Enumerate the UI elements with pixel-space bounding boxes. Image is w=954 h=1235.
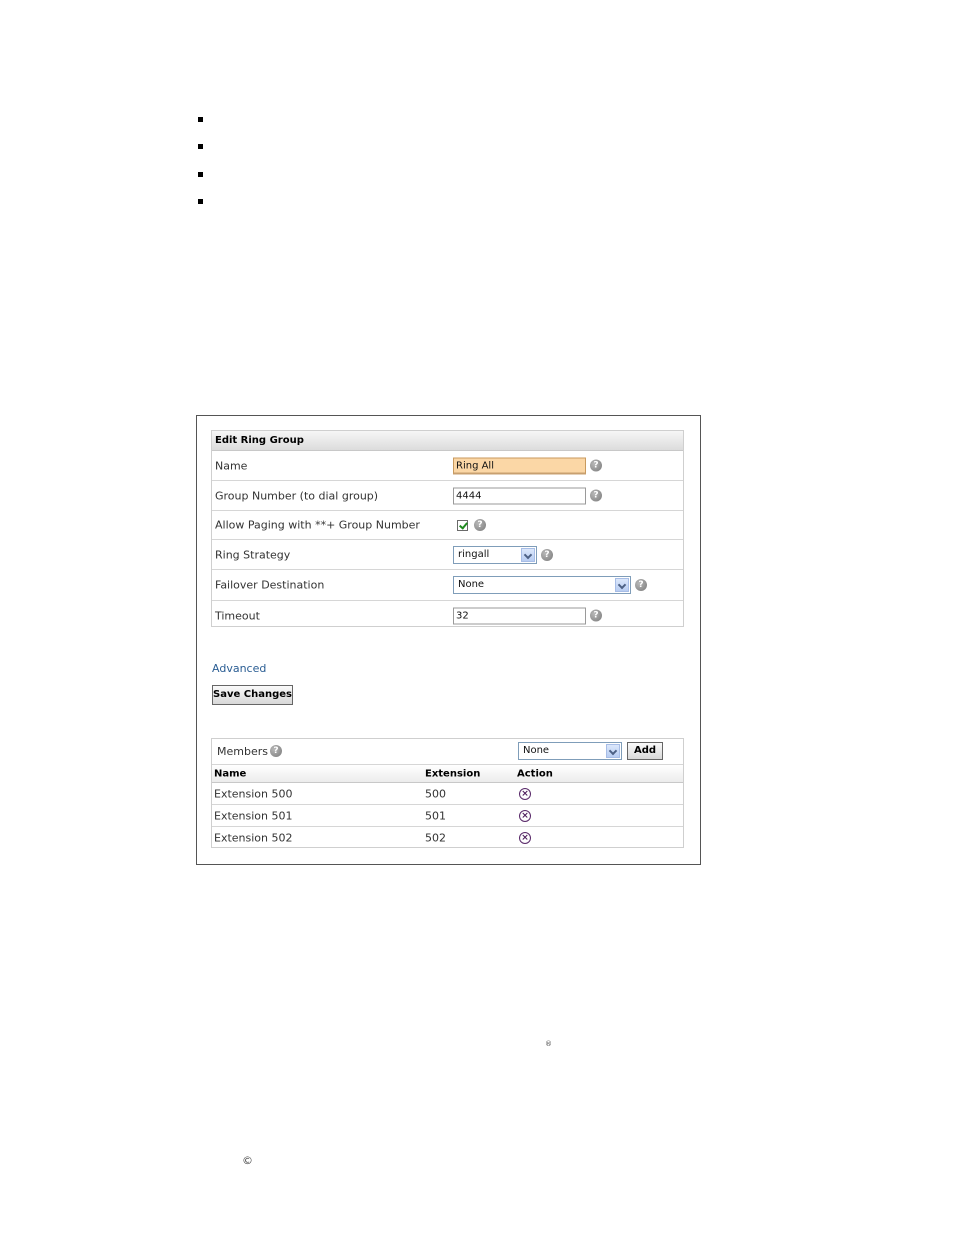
bullet-marker <box>198 144 203 149</box>
name-input[interactable]: Ring All <box>453 457 586 474</box>
help-icon[interactable]: ? <box>270 745 282 757</box>
help-icon[interactable]: ? <box>590 489 602 502</box>
timeout-row: Timeout 32 ? <box>212 601 683 630</box>
delete-icon[interactable]: × <box>519 831 531 844</box>
advanced-link[interactable]: Advanced <box>212 662 266 675</box>
screenshot-frame: Edit Ring Group Name Ring All ? Group Nu… <box>196 415 701 865</box>
failover-field-group: None ? <box>453 576 647 594</box>
bullet-marker <box>198 117 203 122</box>
ring-strategy-select[interactable]: ringall <box>453 545 537 564</box>
failover-row: Failover Destination None ? <box>212 570 683 601</box>
allow-paging-label: Allow Paging with **+ Group Number <box>215 518 420 532</box>
group-number-row: Group Number (to dial group) 4444 ? <box>212 481 683 511</box>
member-name: Extension 502 <box>214 831 293 844</box>
allow-paging-field-group: ? <box>457 519 486 531</box>
panel-title: Edit Ring Group <box>212 431 683 451</box>
timeout-field-group: 32 ? <box>453 607 602 624</box>
name-field-group: Ring All ? <box>453 457 602 474</box>
registered-mark: ® <box>545 1040 552 1048</box>
members-select-value: None <box>523 745 550 756</box>
ring-strategy-label: Ring Strategy <box>215 548 291 561</box>
column-header-extension: Extension <box>425 768 481 779</box>
allow-paging-row: Allow Paging with **+ Group Number ? <box>212 511 683 540</box>
failover-label: Failover Destination <box>215 578 325 592</box>
delete-icon[interactable]: × <box>519 809 531 822</box>
name-row: Name Ring All ? <box>212 451 683 481</box>
add-member-button[interactable]: Add <box>627 742 663 760</box>
member-extension: 501 <box>425 809 446 822</box>
chevron-down-icon[interactable] <box>615 578 629 592</box>
name-label: Name <box>215 459 248 472</box>
allow-paging-checkbox[interactable] <box>457 519 468 531</box>
ring-strategy-field-group: ringall ? <box>453 545 553 564</box>
chevron-down-icon[interactable] <box>521 547 535 562</box>
member-name: Extension 500 <box>214 787 293 800</box>
group-number-label: Group Number (to dial group) <box>215 489 379 502</box>
failover-select[interactable]: None <box>453 576 631 594</box>
members-panel: Members ? None Add Name Extension Action… <box>211 738 684 848</box>
help-icon[interactable]: ? <box>590 609 602 622</box>
group-number-input[interactable]: 4444 <box>453 487 586 504</box>
member-extension: 502 <box>425 831 446 844</box>
edit-ring-group-panel: Edit Ring Group Name Ring All ? Group Nu… <box>211 430 684 627</box>
members-table-header: Name Extension Action <box>212 765 683 783</box>
help-icon[interactable]: ? <box>590 459 602 472</box>
save-changes-button[interactable]: Save Changes <box>212 685 293 705</box>
help-icon[interactable]: ? <box>541 548 553 561</box>
help-icon[interactable]: ? <box>474 519 486 531</box>
column-header-action: Action <box>517 768 553 779</box>
column-header-name: Name <box>214 768 247 779</box>
chevron-down-icon[interactable] <box>606 744 620 758</box>
bullet-marker <box>198 172 203 177</box>
members-select[interactable]: None <box>518 742 622 760</box>
member-extension: 500 <box>425 787 446 800</box>
members-header: Members ? None Add <box>212 739 683 765</box>
copyright-mark: © <box>242 1154 253 1167</box>
group-number-field-group: 4444 ? <box>453 487 602 504</box>
members-label: Members <box>217 745 268 758</box>
delete-icon[interactable]: × <box>519 787 531 800</box>
table-row: Extension 500 500 × <box>212 783 683 805</box>
ring-strategy-row: Ring Strategy ringall ? <box>212 540 683 570</box>
table-row: Extension 501 501 × <box>212 805 683 827</box>
failover-value: None <box>458 579 485 590</box>
timeout-input[interactable]: 32 <box>453 607 586 624</box>
timeout-label: Timeout <box>215 609 260 622</box>
bullet-marker <box>198 199 203 204</box>
table-row: Extension 502 502 × <box>212 827 683 848</box>
help-icon[interactable]: ? <box>635 579 647 591</box>
ring-strategy-value: ringall <box>458 548 490 560</box>
member-name: Extension 501 <box>214 809 293 822</box>
